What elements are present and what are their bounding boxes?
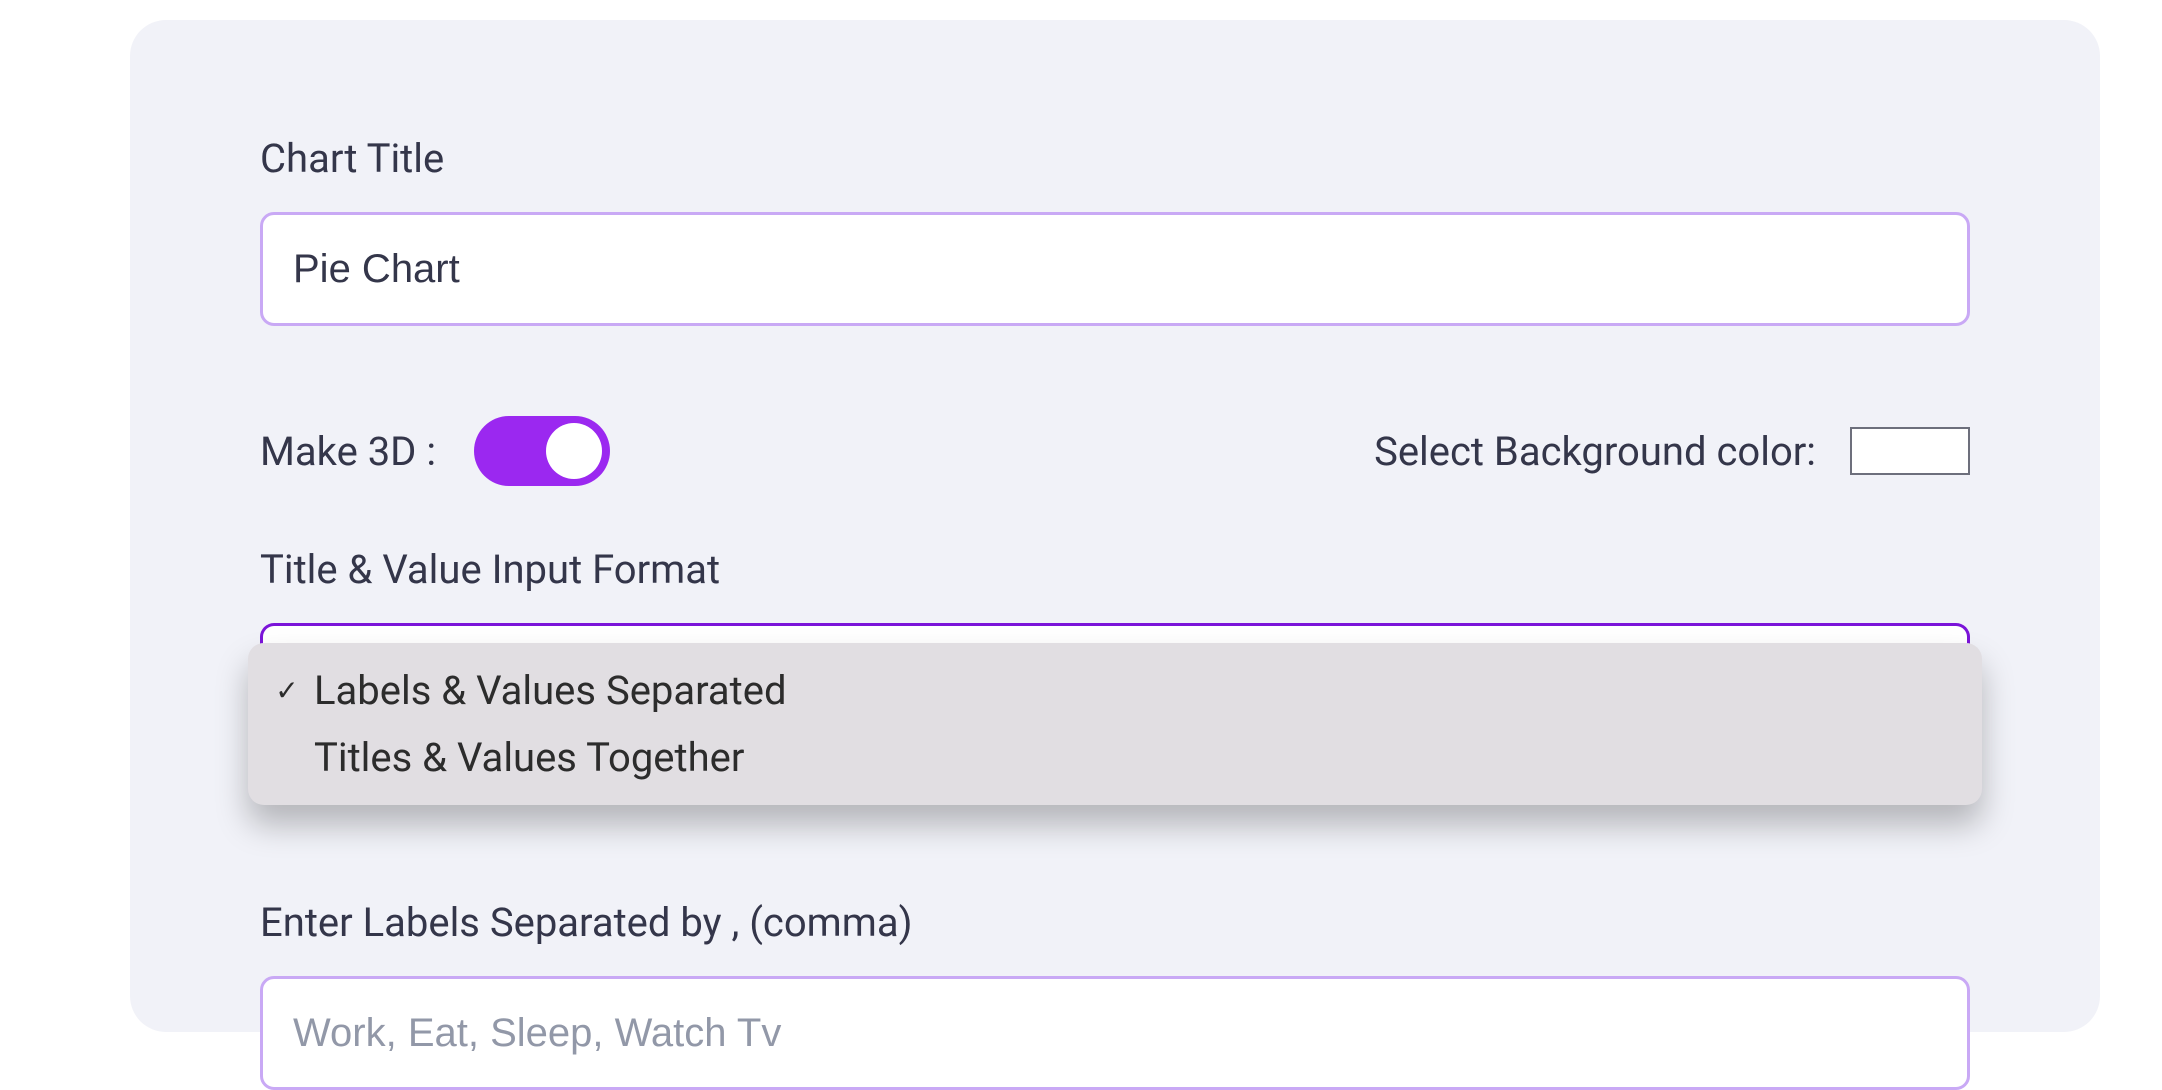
row-3d-and-bg: Make 3D : Select Background color: [260,416,1970,486]
make-3d-label: Make 3D : [260,428,436,475]
check-icon: ✓ [274,674,300,707]
make-3d-toggle[interactable] [474,416,610,486]
settings-panel: Chart Title Make 3D : Select Background … [130,20,2100,1032]
dropdown-option-together[interactable]: Titles & Values Together [248,724,1982,791]
toggle-knob [546,423,602,479]
input-format-dropdown: ✓ Labels & Values Separated Titles & Val… [248,643,1982,805]
form-content: Chart Title Make 3D : Select Background … [260,135,1970,1090]
chart-title-input[interactable] [260,212,1970,326]
dropdown-option-label: Labels & Values Separated [314,667,787,714]
labels-field-label: Enter Labels Separated by , (comma) [260,899,1970,946]
dropdown-option-separated[interactable]: ✓ Labels & Values Separated [248,657,1982,724]
chart-title-label: Chart Title [260,135,1970,182]
dropdown-option-label: Titles & Values Together [314,734,744,781]
bg-color-label: Select Background color: [1374,428,1816,475]
input-format-label: Title & Value Input Format [260,546,1970,593]
bg-color-picker[interactable] [1850,427,1970,475]
labels-input[interactable] [260,976,1970,1090]
